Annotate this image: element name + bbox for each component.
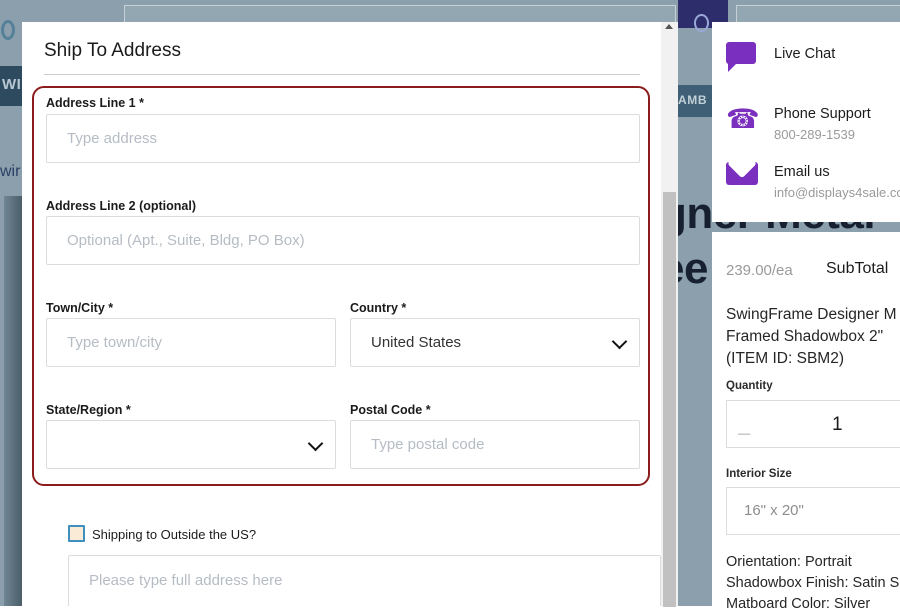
- quantity-label: Quantity: [726, 380, 773, 392]
- spec-shadowbox-finish: Shadowbox Finish: Satin S: [726, 575, 899, 591]
- support-panel: Live Chat ☎ Phone Support 800-289-1539 E…: [712, 22, 900, 222]
- state-region-label: State/Region *: [46, 403, 131, 417]
- address-line-1-label-text: Address Line 1: [46, 96, 136, 110]
- quantity-decrement-button[interactable]: –: [738, 422, 750, 444]
- spec-matboard-color: Matboard Color: Silver: [726, 596, 870, 612]
- country-required-mark: *: [401, 301, 406, 315]
- town-city-input[interactable]: [46, 318, 336, 367]
- town-city-required-mark: *: [108, 301, 113, 315]
- phone-icon: ☎: [726, 104, 756, 134]
- scroll-up-arrow-icon[interactable]: [665, 24, 673, 29]
- country-select[interactable]: United States: [350, 318, 640, 367]
- support-email-address: info@displays4sale.co: [774, 185, 900, 200]
- member-band-label: AMB: [678, 93, 707, 107]
- product-unit-price: 239.00/ea: [726, 262, 793, 279]
- modal-scrollbar[interactable]: [661, 22, 678, 606]
- address-line-1-input[interactable]: [46, 114, 640, 163]
- background-partial-text: wir: [0, 163, 20, 181]
- ship-to-address-modal: Ship To Address Address Line 1 * Address…: [22, 22, 662, 606]
- product-title-line1: SwingFrame Designer M: [726, 304, 900, 326]
- support-item-phone-label: Phone Support: [774, 106, 871, 122]
- state-region-required-mark: *: [126, 403, 131, 417]
- address-line-2-label: Address Line 2 (optional): [46, 199, 196, 213]
- state-region-label-text: State/Region: [46, 403, 122, 417]
- support-item-email-label: Email us: [774, 164, 830, 180]
- state-region-select[interactable]: [46, 420, 336, 469]
- chat-bubble-icon: [726, 42, 756, 64]
- product-title-line3: (ITEM ID: SBM2): [726, 348, 900, 370]
- quantity-value: 1: [832, 414, 843, 436]
- nav-band-label: WI: [2, 76, 21, 93]
- address-line-2-input[interactable]: [46, 216, 640, 265]
- quantity-stepper[interactable]: [726, 400, 900, 448]
- page-title: Ship To Address: [44, 40, 181, 62]
- address-line-1-required-mark: *: [139, 96, 144, 110]
- scrollbar-thumb[interactable]: [663, 192, 676, 607]
- interior-size-label: Interior Size: [726, 468, 792, 480]
- subtotal-label: SubTotal: [826, 260, 888, 278]
- postal-code-label: Postal Code *: [350, 403, 431, 417]
- country-label-text: Country: [350, 301, 398, 315]
- address-line-1-label: Address Line 1 *: [46, 96, 144, 110]
- product-title: SwingFrame Designer M Framed Shadowbox 2…: [726, 304, 900, 370]
- town-city-label: Town/City *: [46, 301, 113, 315]
- town-city-label-text: Town/City: [46, 301, 105, 315]
- site-logo-icon: [1, 20, 15, 40]
- spec-orientation: Orientation: Portrait: [726, 554, 852, 570]
- product-title-line2: Framed Shadowbox 2": [726, 326, 900, 348]
- postal-code-required-mark: *: [426, 403, 431, 417]
- postal-code-input[interactable]: [350, 420, 640, 469]
- product-summary-panel: 239.00/ea SubTotal SwingFrame Designer M…: [712, 232, 900, 606]
- postal-code-label-text: Postal Code: [350, 403, 422, 417]
- envelope-icon: [726, 162, 758, 185]
- support-phone-number: 800-289-1539: [774, 127, 855, 142]
- full-address-textarea[interactable]: [68, 555, 661, 606]
- title-divider: [44, 74, 640, 75]
- interior-size-value: 16" x 20": [744, 502, 804, 519]
- country-label: Country *: [350, 301, 406, 315]
- support-item-live-chat-label: Live Chat: [774, 46, 835, 62]
- cart-circle-icon: [694, 14, 709, 32]
- shipping-outside-us-checkbox[interactable]: [68, 525, 85, 542]
- shipping-outside-us-label: Shipping to Outside the US?: [92, 527, 256, 542]
